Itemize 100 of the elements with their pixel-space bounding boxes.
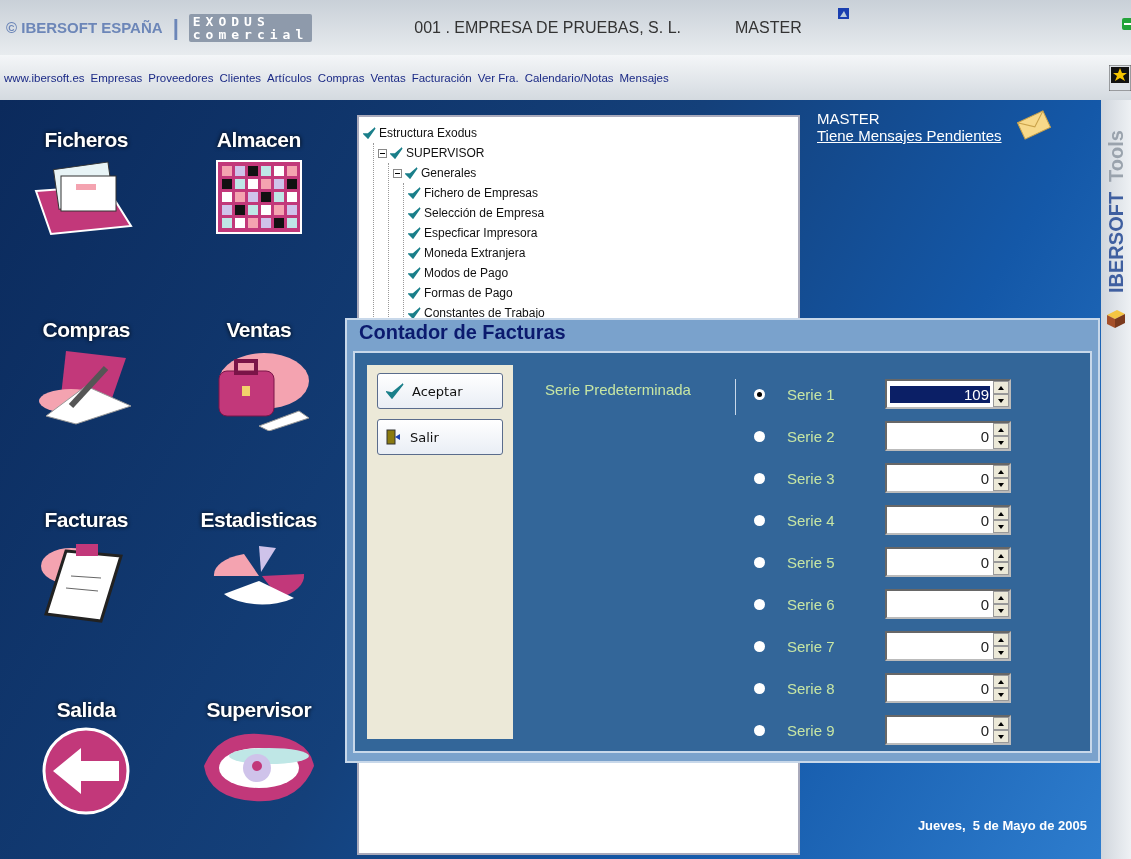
series-label: Serie 1	[787, 385, 836, 403]
nav-link[interactable]: Mensajes	[619, 71, 669, 84]
spin-up-button[interactable]	[993, 675, 1009, 688]
radio-button[interactable]	[754, 514, 765, 526]
spin-up-button[interactable]	[993, 507, 1009, 520]
module-label[interactable]: Almacen	[216, 128, 301, 152]
spin-down-button[interactable]	[993, 478, 1009, 491]
module-label[interactable]: Supervisor	[206, 698, 312, 722]
date-label: Jueves, 5 de Mayo de 2005	[917, 818, 1087, 833]
nav-link[interactable]: Artículos	[267, 71, 312, 84]
box-icon[interactable]	[1105, 307, 1127, 329]
nav-link[interactable]: Calendario/Notas	[524, 71, 614, 84]
spin-down-button[interactable]	[993, 394, 1009, 407]
tree-item[interactable]: Constantes de Trabajo	[424, 306, 545, 320]
exit-button[interactable]: Salir	[377, 419, 503, 455]
window-icon[interactable]	[837, 8, 849, 19]
counter-spinbox[interactable]: 0	[885, 631, 1011, 661]
radio-button[interactable]	[754, 724, 765, 736]
series-label: Serie 7	[787, 637, 836, 655]
tree-item[interactable]: Fichero de Empresas	[424, 186, 539, 200]
counter-spinbox[interactable]: 0	[885, 589, 1011, 619]
module-label[interactable]: Salida	[56, 698, 116, 722]
door-icon	[386, 429, 402, 445]
module-label[interactable]: Estadisticas	[200, 508, 318, 532]
spin-down-button[interactable]	[993, 562, 1009, 575]
radio-button[interactable]	[754, 472, 765, 484]
user-name: MASTER	[817, 110, 881, 127]
expander-icon[interactable]	[378, 148, 387, 158]
expander-icon[interactable]	[393, 168, 402, 178]
nav-link[interactable]: Ventas	[370, 71, 406, 84]
spin-down-button[interactable]	[993, 520, 1009, 533]
spin-up-button[interactable]	[993, 633, 1009, 646]
checkmark-icon[interactable]	[408, 267, 421, 279]
spin-up-button[interactable]	[993, 423, 1009, 436]
tree-item[interactable]: SUPERVISOR	[406, 146, 485, 160]
module-label[interactable]: Compras	[42, 318, 130, 342]
spin-down-button[interactable]	[993, 688, 1009, 701]
module-label[interactable]: Ficheros	[44, 128, 128, 152]
checkmark-icon[interactable]	[408, 207, 421, 219]
nav-link[interactable]: Empresas	[90, 71, 143, 84]
module-label[interactable]: Facturas	[44, 508, 128, 532]
spin-down-button[interactable]	[993, 436, 1009, 449]
counter-spinbox[interactable]: 0	[885, 505, 1011, 535]
checkmark-icon[interactable]	[363, 127, 376, 139]
tree-item[interactable]: Selección de Empresa	[424, 206, 545, 220]
brand-label: IBERSOFT	[1104, 191, 1128, 293]
counter-spinbox[interactable]: 0	[885, 673, 1011, 703]
spin-up-button[interactable]	[993, 717, 1009, 730]
spin-down-button[interactable]	[993, 646, 1009, 659]
radio-button[interactable]	[754, 640, 765, 652]
spin-down-button[interactable]	[993, 730, 1009, 743]
counter-spinbox[interactable]: 0	[885, 547, 1011, 577]
radio-button[interactable]	[754, 682, 765, 694]
radio-button[interactable]	[754, 430, 765, 442]
series-label: Serie 4	[787, 511, 836, 529]
spin-up-button[interactable]	[993, 465, 1009, 478]
module-label[interactable]: Ventas	[226, 318, 292, 342]
accept-button[interactable]: Aceptar	[377, 373, 503, 409]
nav-link[interactable]: Ver Fra.	[477, 71, 519, 84]
radio-button[interactable]	[754, 598, 765, 610]
user-name: MASTER	[735, 18, 802, 37]
counter-spinbox[interactable]: 0	[885, 463, 1011, 493]
spin-up-button[interactable]	[993, 591, 1009, 604]
checkmark-icon[interactable]	[405, 167, 418, 179]
tree-item[interactable]: Modos de Pago	[424, 266, 509, 280]
counter-spinbox[interactable]: 0	[885, 421, 1011, 451]
checkmark-icon[interactable]	[408, 287, 421, 299]
counter-spinbox[interactable]: 0	[885, 715, 1011, 745]
messages-link[interactable]: Tiene Mensajes Pendientes	[817, 127, 1002, 144]
radio-button[interactable]	[754, 556, 765, 568]
spin-up-button[interactable]	[993, 381, 1009, 394]
nav-link[interactable]: Facturación	[411, 71, 472, 84]
group-label: Serie Predeterminada	[545, 381, 692, 400]
company-name: 001 . EMPRESA DE PRUEBAS, S. L.	[414, 18, 681, 37]
checkmark-icon[interactable]	[390, 147, 403, 159]
nav-link[interactable]: Clientes	[219, 71, 262, 84]
nav-link[interactable]: Proveedores	[148, 71, 214, 84]
nav-link[interactable]: www.ibersoft.es	[4, 71, 85, 84]
tree-item[interactable]: Estructura Exodus	[379, 126, 478, 140]
checkmark-icon[interactable]	[408, 227, 421, 239]
tree-item[interactable]: Moneda Extranjera	[424, 246, 526, 260]
product-logo: EXODUS	[192, 14, 271, 28]
star-icon[interactable]	[1109, 64, 1131, 91]
tree-item[interactable]: Formas de Pago	[424, 286, 513, 300]
spin-up-button[interactable]	[993, 549, 1009, 562]
tree-item[interactable]: Generales	[421, 166, 477, 180]
product-logo-subtitle: comercial	[192, 27, 309, 41]
counter-spinbox[interactable]: 109	[885, 379, 1011, 409]
series-label: Serie 5	[787, 553, 836, 571]
nav-link[interactable]: Compras	[317, 71, 365, 84]
dialog-title: Contador de Facturas	[358, 320, 567, 345]
checkmark-icon[interactable]	[408, 247, 421, 259]
series-label: Serie 3	[787, 469, 836, 487]
checkmark-icon[interactable]	[408, 187, 421, 199]
spin-down-button[interactable]	[993, 604, 1009, 617]
series-label: Serie 2	[787, 427, 836, 445]
logo-separator: |	[172, 14, 179, 41]
tree-item[interactable]: Especficar Impresora	[424, 226, 538, 240]
minimize-icon[interactable]	[1122, 18, 1131, 30]
radio-button[interactable]	[754, 388, 765, 400]
